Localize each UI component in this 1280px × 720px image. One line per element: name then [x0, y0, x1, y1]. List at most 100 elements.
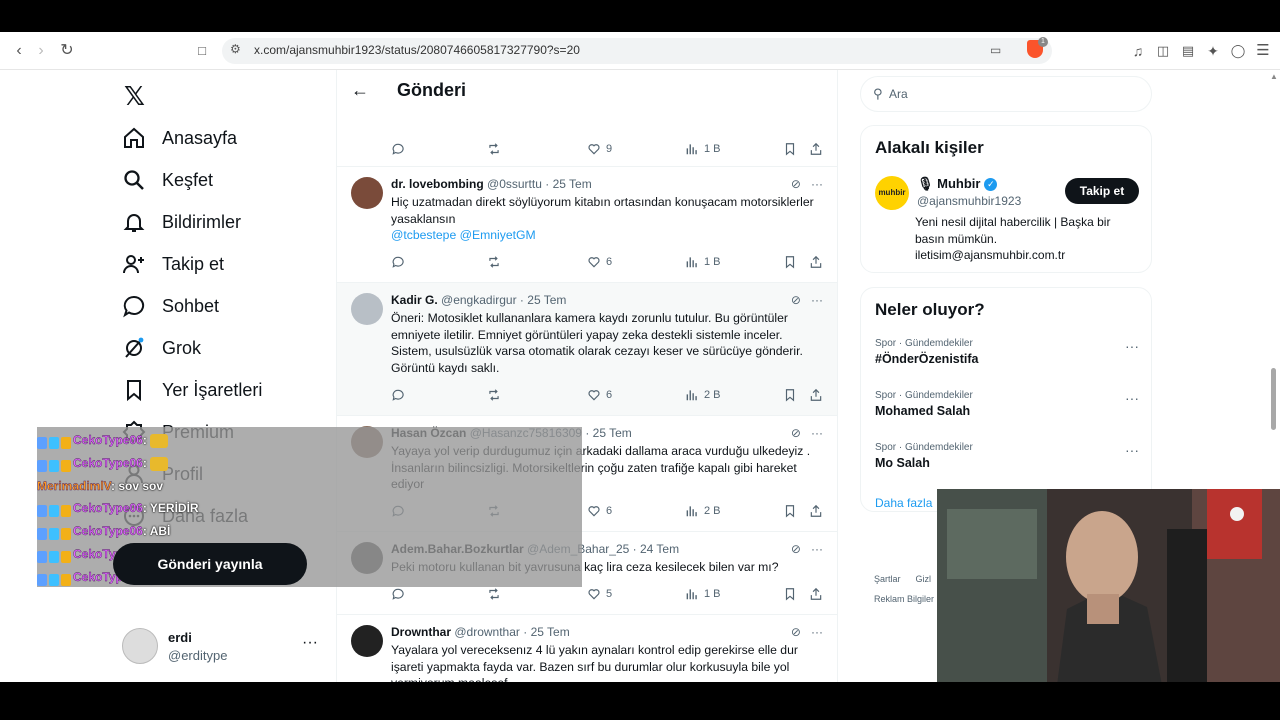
- more-dots-icon[interactable]: ···: [1125, 338, 1139, 354]
- avatar[interactable]: [351, 293, 383, 325]
- account-switcher[interactable]: erdi @erditype ···: [122, 628, 332, 668]
- like-button[interactable]: 6: [587, 255, 612, 269]
- views-button[interactable]: 1 B: [685, 587, 721, 601]
- repost-button[interactable]: [487, 142, 506, 156]
- trends-more-link[interactable]: Daha fazla: [875, 496, 932, 510]
- more-dots-icon[interactable]: ···: [811, 625, 823, 639]
- footer-terms[interactable]: Şartlar Gizl: [874, 574, 931, 584]
- footer-link[interactable]: Şartlar: [874, 574, 901, 584]
- leo-ai-icon[interactable]: ✦: [1202, 40, 1224, 62]
- repost-button[interactable]: [487, 388, 506, 402]
- reply-button[interactable]: [391, 388, 410, 402]
- more-dots-icon[interactable]: ···: [302, 634, 318, 652]
- cast-icon[interactable]: ▭: [990, 43, 1001, 57]
- repost-button[interactable]: [487, 255, 506, 269]
- bookmark-page-icon[interactable]: □: [191, 40, 213, 62]
- reload-icon[interactable]: ↻: [56, 40, 78, 62]
- scroll-up-icon[interactable]: ▲: [1270, 72, 1278, 81]
- nav-item-home[interactable]: Anasayfa: [122, 118, 237, 158]
- vpn-icon[interactable]: ◯: [1227, 40, 1249, 62]
- search-input[interactable]: ⚲ Ara: [860, 76, 1152, 112]
- chat-text: : ABİ: [142, 524, 171, 539]
- grok-icon[interactable]: ⊘: [791, 426, 801, 440]
- reply-button[interactable]: [391, 255, 410, 269]
- scroll-thumb[interactable]: [1271, 368, 1276, 430]
- grok-icon[interactable]: ⊘: [791, 542, 801, 556]
- views-icon: [685, 504, 704, 518]
- bookmark-button[interactable]: [783, 504, 802, 518]
- back-arrow-icon[interactable]: ←: [351, 80, 369, 101]
- share-button[interactable]: [809, 504, 828, 518]
- menu-icon[interactable]: ☰: [1252, 40, 1274, 62]
- nav-item-chat[interactable]: Sohbet: [122, 286, 219, 326]
- tweet-date[interactable]: 25 Tem: [553, 177, 592, 191]
- tweet-date[interactable]: 25 Tem: [531, 625, 570, 639]
- nav-item-search[interactable]: Keşfet: [122, 160, 213, 200]
- bookmark-button[interactable]: [783, 587, 802, 601]
- bookmark-button[interactable]: [783, 142, 802, 156]
- avatar[interactable]: [351, 177, 383, 209]
- tweet-handle[interactable]: @engkadirgur: [441, 293, 517, 307]
- sidebar-icon[interactable]: ◫: [1152, 40, 1174, 62]
- nav-item-bell[interactable]: Bildirimler: [122, 202, 241, 242]
- share-button[interactable]: [809, 587, 828, 601]
- post-button[interactable]: Gönderi yayınla: [113, 543, 307, 585]
- trend-item[interactable]: Spor · Gündemdekiler #ÖnderÖzenistifa ···: [875, 338, 1139, 366]
- x-logo-icon[interactable]: 𝕏: [124, 81, 145, 112]
- views-button[interactable]: 1 B: [685, 255, 721, 269]
- site-info-icon[interactable]: ⚙: [230, 42, 241, 56]
- more-dots-icon[interactable]: ···: [811, 426, 823, 440]
- like-button[interactable]: 9: [587, 142, 612, 156]
- reply-button[interactable]: [391, 142, 410, 156]
- views-button[interactable]: 2 B: [685, 388, 721, 402]
- follow-button[interactable]: Takip et: [1065, 178, 1139, 204]
- bookmark-button[interactable]: [783, 388, 802, 402]
- tweet-handle[interactable]: @0ssurttu: [487, 177, 542, 191]
- back-icon[interactable]: ‹: [8, 40, 30, 62]
- bookmark-button[interactable]: [783, 255, 802, 269]
- trend-item[interactable]: Spor · Gündemdekiler Mo Salah ···: [875, 442, 1139, 470]
- media-icon[interactable]: ♫: [1127, 40, 1149, 62]
- nav-item-grok[interactable]: Grok: [122, 328, 201, 368]
- forward-icon[interactable]: ›: [30, 40, 52, 62]
- reply-tweet[interactable]: Kadir G. @engkadirgur · 25 Tem ⊘ ··· Öneri…: [337, 282, 837, 415]
- reply-tweet[interactable]: Drownthar @drownthar · 25 Tem ⊘ ··· Yayala…: [337, 614, 837, 682]
- more-dots-icon[interactable]: ···: [811, 542, 823, 556]
- muhbir-logo[interactable]: muhbir: [875, 176, 909, 210]
- footer-ads[interactable]: Reklam Bilgiler: [874, 594, 934, 604]
- tweet-handle[interactable]: @drownthar: [454, 625, 520, 639]
- avatar[interactable]: [351, 625, 383, 657]
- like-button[interactable]: 6: [587, 388, 612, 402]
- address-bar[interactable]: ⚙ x.com/ajansmuhbir1923/status/208074660…: [222, 38, 1052, 64]
- footer-link[interactable]: Gizl: [916, 574, 932, 584]
- more-dots-icon[interactable]: ···: [1125, 442, 1139, 458]
- share-button[interactable]: [809, 388, 828, 402]
- repost-button[interactable]: [487, 587, 506, 601]
- more-dots-icon[interactable]: ···: [811, 177, 823, 191]
- tweet-mentions[interactable]: @tcbestepe @EmniyetGM: [391, 228, 536, 242]
- more-dots-icon[interactable]: ···: [1125, 390, 1139, 406]
- tweet-date[interactable]: 25 Tem: [527, 293, 566, 307]
- grok-icon[interactable]: ⊘: [791, 293, 801, 307]
- wallet-icon[interactable]: ▤: [1177, 40, 1199, 62]
- related-name[interactable]: 🎙 Muhbir ✓: [917, 176, 998, 192]
- like-button[interactable]: 6: [587, 504, 612, 518]
- more-dots-icon[interactable]: ···: [811, 293, 823, 307]
- tweet-date[interactable]: 25 Tem: [593, 426, 632, 440]
- tweet-date[interactable]: 24 Tem: [640, 542, 679, 556]
- share-button[interactable]: [809, 255, 828, 269]
- tweet-author[interactable]: dr. lovebombing: [391, 177, 484, 191]
- grok-icon[interactable]: ⊘: [791, 177, 801, 191]
- grok-icon[interactable]: ⊘: [791, 625, 801, 639]
- reply-button[interactable]: [391, 587, 410, 601]
- trend-item[interactable]: Spor · Gündemdekiler Mohamed Salah ···: [875, 390, 1139, 418]
- share-button[interactable]: [809, 142, 828, 156]
- tweet-author[interactable]: Kadir G.: [391, 293, 438, 307]
- views-button[interactable]: 1 B: [685, 142, 721, 156]
- tweet-author[interactable]: Drownthar: [391, 625, 451, 639]
- reply-tweet[interactable]: dr. lovebombing @0ssurttu · 25 Tem ⊘ ··· H…: [337, 166, 837, 282]
- views-button[interactable]: 2 B: [685, 504, 721, 518]
- like-button[interactable]: 5: [587, 587, 612, 601]
- nav-item-follow[interactable]: Takip et: [122, 244, 224, 284]
- nav-item-bookmark[interactable]: Yer İşaretleri: [122, 370, 262, 410]
